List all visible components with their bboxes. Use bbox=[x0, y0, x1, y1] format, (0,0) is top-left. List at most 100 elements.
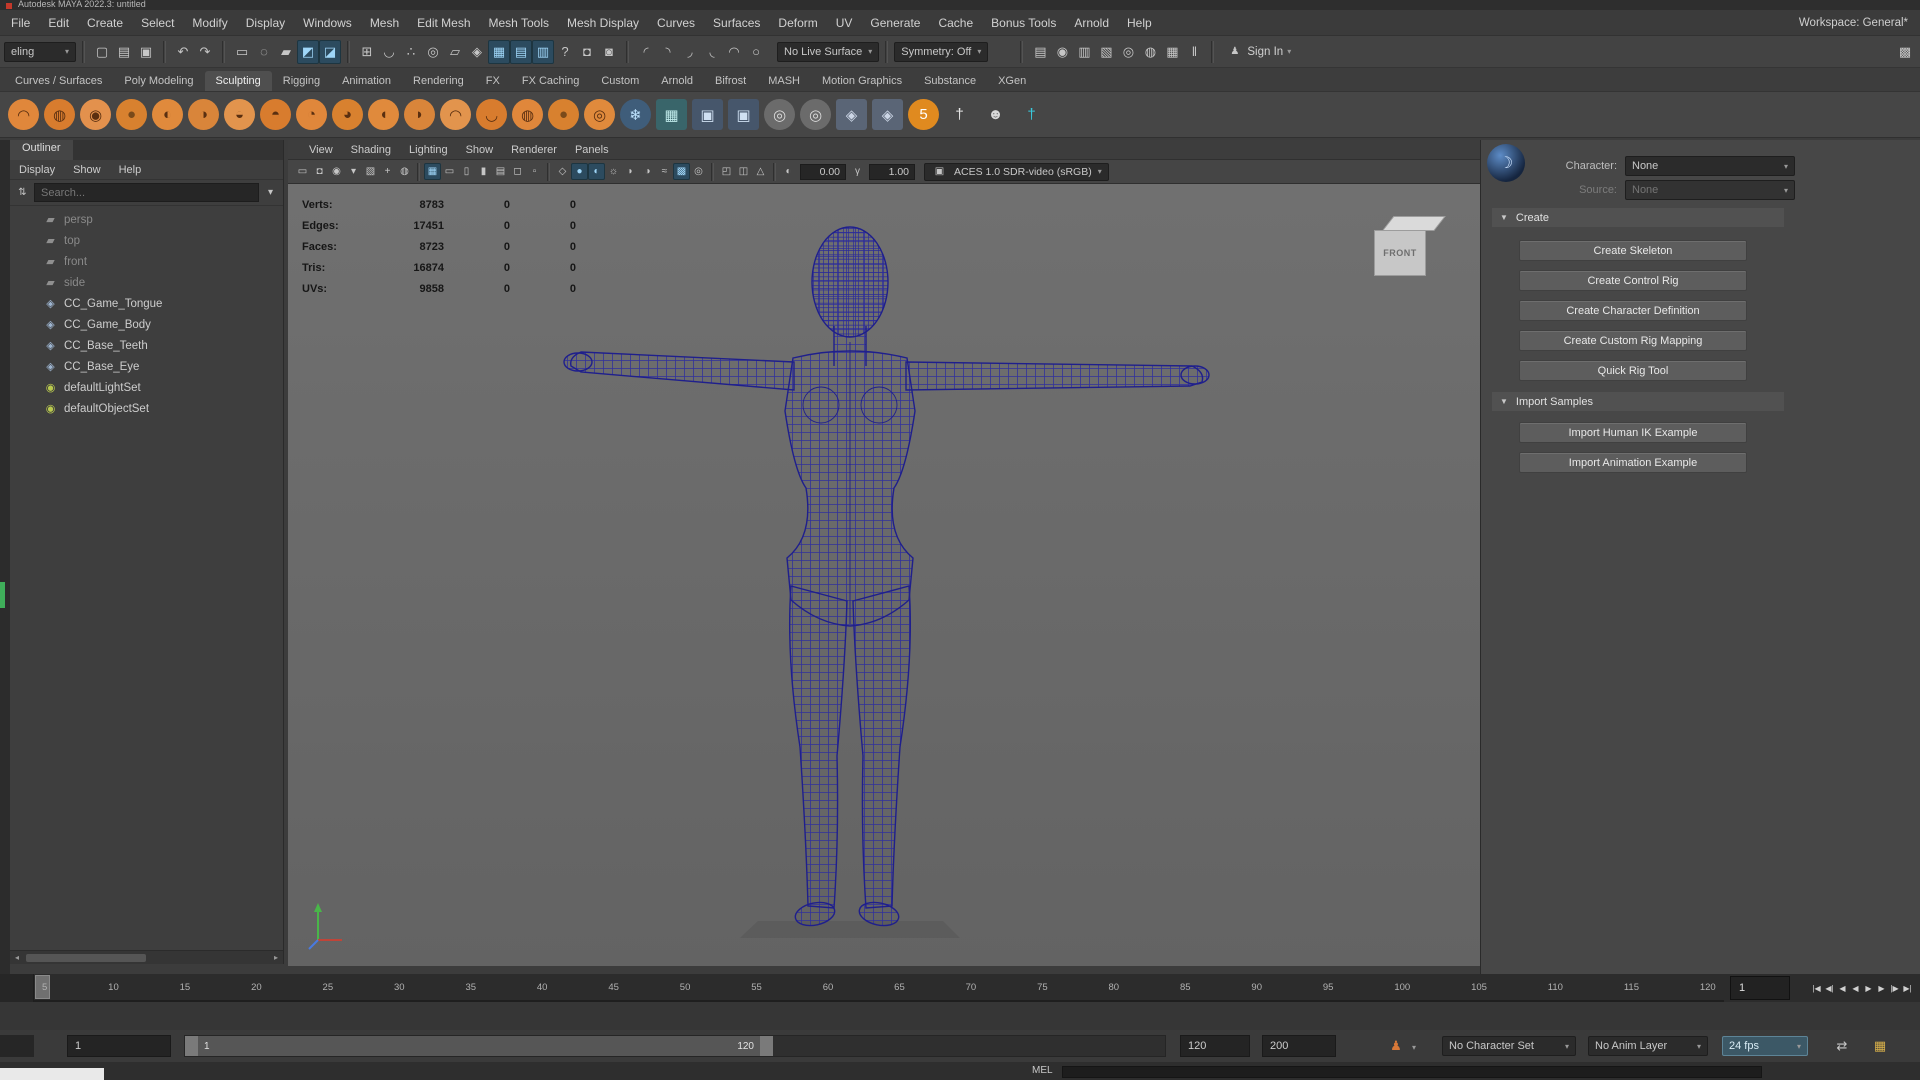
use-all-lights-icon[interactable]: ☼ bbox=[605, 163, 622, 180]
shelf-tab[interactable]: FX Caching bbox=[511, 71, 590, 91]
circle-tool-icon[interactable]: ○ bbox=[745, 40, 767, 64]
frame-all-icon[interactable]: ▣ bbox=[728, 99, 759, 130]
humanik-button[interactable]: Quick Rig Tool bbox=[1519, 360, 1747, 381]
cv-curve-icon[interactable]: ◝ bbox=[657, 40, 679, 64]
shelf-tab[interactable]: Curves / Surfaces bbox=[4, 71, 113, 91]
shelf-tab[interactable]: Substance bbox=[913, 71, 987, 91]
depth-of-field-icon[interactable]: ◎ bbox=[690, 163, 707, 180]
smooth-brush-icon[interactable]: ◉ bbox=[80, 99, 111, 130]
wireframe-character-mesh[interactable] bbox=[288, 184, 1480, 966]
unfreeze-icon[interactable]: ▦ bbox=[656, 99, 687, 130]
viewport-canvas[interactable]: Verts: 8783 0 0 Edges: 17451 0 0 Faces: … bbox=[288, 184, 1480, 966]
sign-in-button[interactable]: ♟ Sign In ▾ bbox=[1220, 43, 1297, 60]
select-component-mode-icon[interactable]: ◪ bbox=[319, 39, 341, 64]
freeze-brush-icon[interactable]: ❄ bbox=[620, 99, 651, 130]
camera-attributes-icon[interactable]: ◉ bbox=[328, 163, 345, 180]
repeat-brush-icon[interactable]: ◕ bbox=[332, 99, 363, 130]
character-set-icon[interactable]: ♟ bbox=[1384, 1035, 1408, 1057]
colorspace-selector[interactable]: ▣ ACES 1.0 SDR-video (sRGB) ▾ bbox=[924, 162, 1109, 181]
anim-layer-selector[interactable]: No Anim Layer ▾ bbox=[1588, 1036, 1708, 1056]
chevron-down-icon[interactable]: ▾ bbox=[1412, 1043, 1416, 1052]
menu-item[interactable]: Modify bbox=[183, 10, 236, 36]
menu-item[interactable]: UV bbox=[827, 10, 862, 36]
shelf-tab[interactable]: XGen bbox=[987, 71, 1037, 91]
sculpt-sphere-2-icon[interactable]: ◎ bbox=[800, 99, 831, 130]
humanik-button[interactable]: Import Animation Example bbox=[1519, 452, 1747, 473]
outliner-item[interactable]: ▰ side bbox=[10, 272, 283, 293]
outliner-item[interactable]: ▰ front bbox=[10, 251, 283, 272]
outliner-item[interactable]: ◈ CC_Game_Tongue bbox=[10, 293, 283, 314]
shelf-tab[interactable]: MASH bbox=[757, 71, 811, 91]
five-special-brush-icon[interactable]: 5 bbox=[908, 99, 939, 130]
wireframe-icon[interactable]: ◇ bbox=[554, 163, 571, 180]
exposure-icon[interactable]: ◐ bbox=[780, 163, 797, 180]
shelf-tab[interactable]: Poly Modeling bbox=[113, 71, 204, 91]
help-icon[interactable]: ? bbox=[554, 40, 576, 64]
humanik-button[interactable]: Create Custom Rig Mapping bbox=[1519, 330, 1747, 351]
open-scene-icon[interactable]: ▤ bbox=[113, 40, 135, 64]
outliner-item[interactable]: ▰ top bbox=[10, 230, 283, 251]
panel-menu-item[interactable]: Show bbox=[64, 160, 110, 179]
menu-item[interactable]: Generate bbox=[861, 10, 929, 36]
humanik-button[interactable]: Create Character Definition bbox=[1519, 300, 1747, 321]
ambient-occlusion-icon[interactable]: ◑ bbox=[639, 163, 656, 180]
import-samples-section-header[interactable]: ▼ Import Samples bbox=[1492, 392, 1784, 411]
scroll-left-icon[interactable]: ◂ bbox=[10, 953, 24, 962]
menu-item[interactable]: Surfaces bbox=[704, 10, 769, 36]
bulge-brush-icon[interactable]: ◎ bbox=[584, 99, 615, 130]
gamma-icon[interactable]: γ bbox=[849, 163, 866, 180]
workspace-indicator[interactable]: Workspace: General* bbox=[1799, 17, 1920, 29]
gate-mask-icon[interactable]: ▮ bbox=[475, 163, 492, 180]
snap-to-view-plane-icon[interactable]: ▱ bbox=[444, 40, 466, 64]
shelf-tab[interactable]: Custom bbox=[590, 71, 650, 91]
outliner-item[interactable]: ▰ persp bbox=[10, 209, 283, 230]
gamma-field[interactable]: 1.00 bbox=[869, 163, 915, 180]
menu-item[interactable]: Mesh Display bbox=[558, 10, 648, 36]
raise-panels-icon[interactable]: ▩ bbox=[1894, 40, 1916, 64]
go-to-start-button[interactable]: |◀ bbox=[1810, 978, 1823, 998]
shelf-tab[interactable]: Rigging bbox=[272, 71, 331, 91]
menu-item[interactable]: Edit Mesh bbox=[408, 10, 479, 36]
filter-icon[interactable]: ⇅ bbox=[14, 184, 31, 201]
pan-zoom-icon[interactable]: + bbox=[379, 163, 396, 180]
step-back-key-button[interactable]: ◀| bbox=[1823, 978, 1836, 998]
curve-tool-icon[interactable]: ◜ bbox=[635, 40, 657, 64]
shelf-tab[interactable]: FX bbox=[475, 71, 511, 91]
fill-brush-icon[interactable]: ◡ bbox=[476, 99, 507, 130]
multisample-aa-icon[interactable]: ▩ bbox=[673, 163, 690, 180]
create-section-header[interactable]: ▼ Create bbox=[1492, 208, 1784, 227]
menu-item[interactable]: Mesh Tools bbox=[480, 10, 558, 36]
outliner-item[interactable]: ◈ CC_Base_Teeth bbox=[10, 335, 283, 356]
step-back-frame-button[interactable]: ◀ bbox=[1836, 978, 1849, 998]
panel-menu-item[interactable]: Help bbox=[110, 160, 151, 179]
snap-to-curve-icon[interactable]: ◡ bbox=[378, 40, 400, 64]
menu-item[interactable]: Edit bbox=[39, 10, 78, 36]
playback-end-field[interactable]: 120 bbox=[1180, 1035, 1250, 1057]
ipr-render-icon[interactable]: ◍ bbox=[1139, 40, 1161, 64]
cyan-t-pose-figure-icon[interactable]: † bbox=[1016, 99, 1047, 130]
paint-select-icon[interactable]: ▰ bbox=[275, 40, 297, 64]
shelf-tab[interactable]: Bifrost bbox=[704, 71, 757, 91]
resolution-gate-icon[interactable]: ▯ bbox=[458, 163, 475, 180]
textured-icon[interactable]: ◐ bbox=[588, 163, 605, 180]
pause-viewport-icon[interactable]: ‖ bbox=[1183, 40, 1205, 64]
humanik-button[interactable]: Create Skeleton bbox=[1519, 240, 1747, 261]
relax-brush-icon[interactable]: ● bbox=[116, 99, 147, 130]
flatten-brush-icon[interactable]: ◒ bbox=[224, 99, 255, 130]
snap-to-projected-center-icon[interactable]: ◎ bbox=[422, 40, 444, 64]
frame-selection-icon[interactable]: ▣ bbox=[692, 99, 723, 130]
smear-brush-icon[interactable]: ● bbox=[548, 99, 579, 130]
wax-brush-icon[interactable]: ◗ bbox=[404, 99, 435, 130]
range-end-handle[interactable] bbox=[760, 1036, 773, 1056]
range-start-handle[interactable] bbox=[185, 1036, 198, 1056]
viewport-menu-item[interactable]: Panels bbox=[566, 140, 618, 159]
shadows-icon[interactable]: ◗ bbox=[622, 163, 639, 180]
menu-item[interactable]: Help bbox=[1118, 10, 1161, 36]
xray-joints-icon[interactable]: △ bbox=[752, 163, 769, 180]
playback-range[interactable]: 1 120 bbox=[185, 1036, 773, 1056]
outliner-item[interactable]: ◈ CC_Base_Eye bbox=[10, 356, 283, 377]
animation-end-field[interactable]: 200 bbox=[1262, 1035, 1336, 1057]
outliner-item[interactable]: ◈ CC_Game_Body bbox=[10, 314, 283, 335]
step-forward-key-button[interactable]: |▶ bbox=[1888, 978, 1901, 998]
soft-select-icon[interactable]: ▤ bbox=[510, 39, 532, 64]
